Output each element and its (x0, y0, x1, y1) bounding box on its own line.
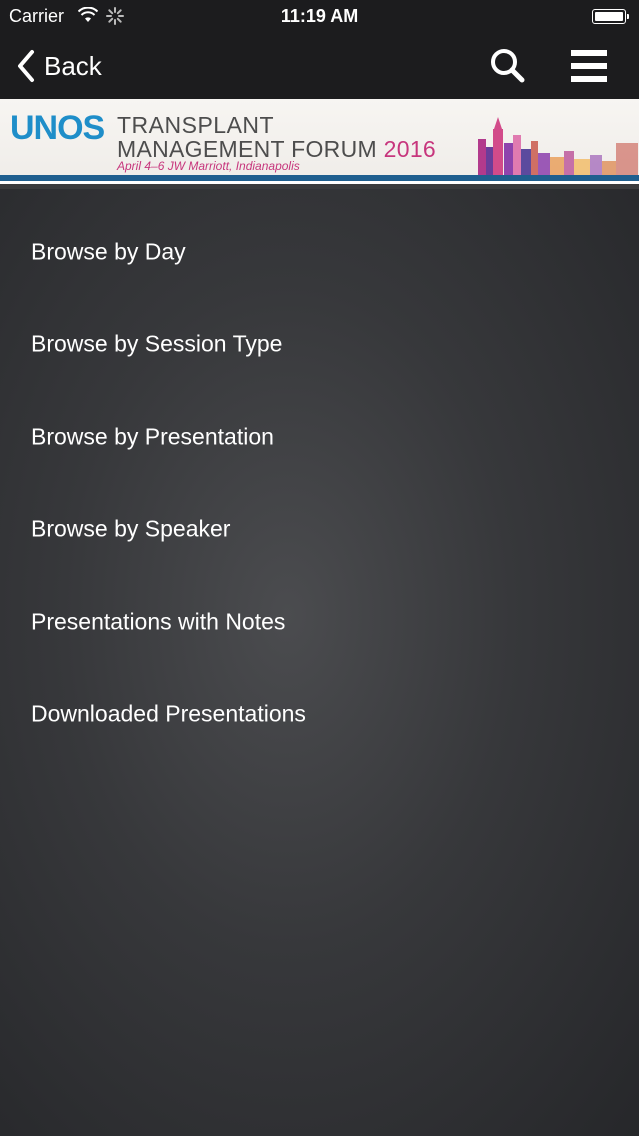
menu-item-label: Browse by Speaker (31, 515, 231, 542)
menu-item-label: Browse by Session Type (31, 330, 283, 357)
navigation-bar: Back (0, 33, 639, 99)
search-icon[interactable] (488, 46, 526, 84)
event-banner: UNOS TRANSPLANT MANAGEMENT FORUM 2016 Ap… (0, 99, 639, 189)
menu-item-label: Downloaded Presentations (31, 700, 306, 727)
menu-item-label: Browse by Presentation (31, 423, 274, 450)
back-label: Back (44, 50, 102, 81)
hamburger-menu-icon[interactable] (569, 46, 609, 86)
menu-item-browse-by-day[interactable]: Browse by Day (0, 205, 639, 297)
banner-event-details: April 4–6 JW Marriott, Indianapolis (117, 159, 300, 173)
chevron-left-icon (18, 50, 34, 82)
status-bar: Carrier 11:19 AM (0, 0, 639, 33)
battery-icon (592, 9, 629, 24)
browse-menu: Browse by Day Browse by Session Type Bro… (0, 189, 639, 1136)
back-button[interactable]: Back (16, 47, 102, 85)
menu-item-browse-by-presentation[interactable]: Browse by Presentation (0, 390, 639, 482)
city-skyline-illustration (478, 117, 638, 175)
menu-item-presentations-with-notes[interactable]: Presentations with Notes (0, 575, 639, 667)
clock-time: 11:19 AM (280, 6, 359, 26)
menu-item-label: Browse by Day (31, 238, 186, 265)
menu-item-browse-by-speaker[interactable]: Browse by Speaker (0, 482, 639, 574)
menu-item-downloaded-presentations[interactable]: Downloaded Presentations (0, 667, 639, 759)
banner-year: 2016 (383, 136, 437, 162)
menu-item-browse-by-session-type[interactable]: Browse by Session Type (0, 297, 639, 389)
unos-logo: UNOS (10, 109, 105, 147)
banner-title-line1: TRANSPLANT (117, 112, 275, 138)
menu-item-label: Presentations with Notes (31, 608, 286, 635)
